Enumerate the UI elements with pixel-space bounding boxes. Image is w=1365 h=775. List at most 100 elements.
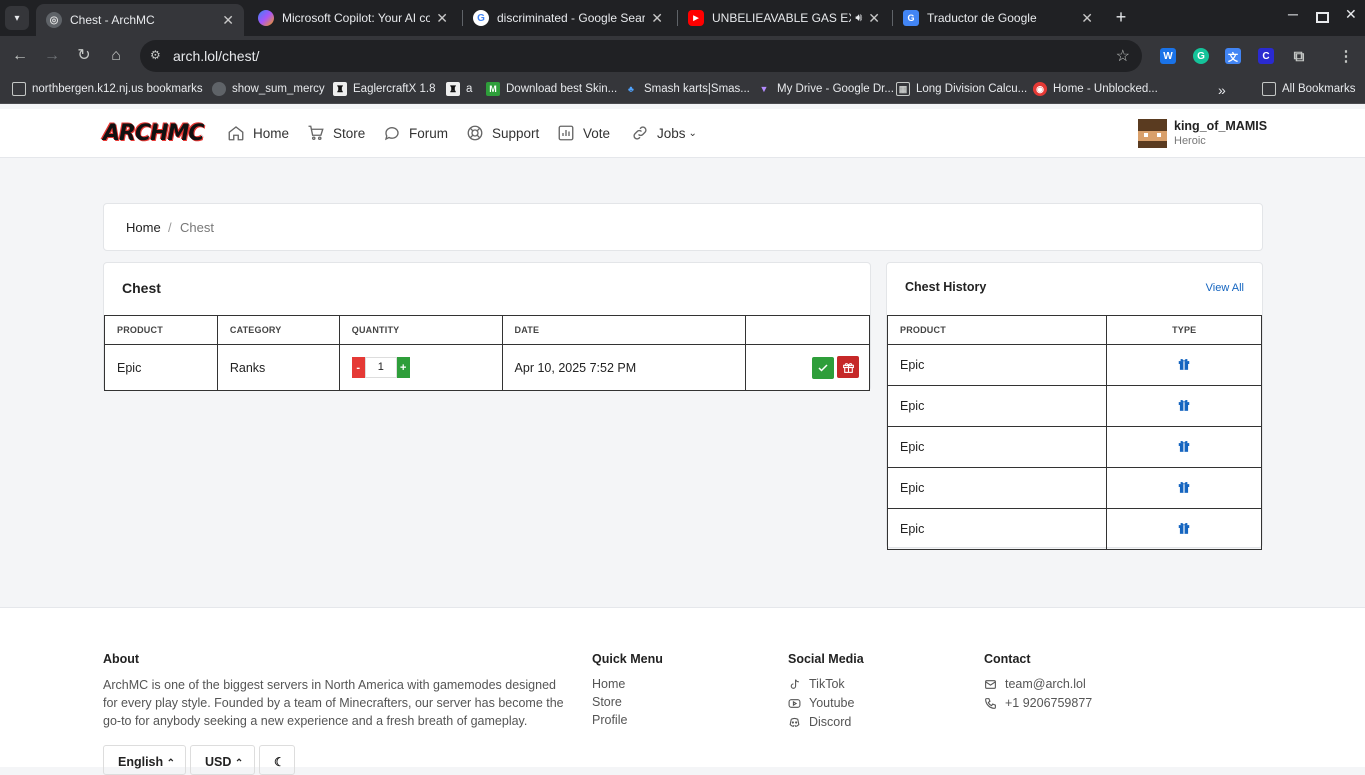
email-text: team@arch.lol	[1005, 677, 1086, 691]
table-row: Epic	[886, 385, 1262, 427]
gift-button[interactable]	[837, 356, 859, 379]
chest-history-table: PRODUCT TYPE Epic Epic Epic Epic Epic	[886, 315, 1262, 550]
more-bookmarks-chevron-icon[interactable]: »	[1218, 82, 1226, 98]
minimize-icon[interactable]: ─	[1288, 6, 1298, 22]
bookmark-label: northbergen.k12.nj.us bookmarks	[32, 83, 203, 95]
nav-jobs[interactable]: Jobs ⌄	[631, 124, 697, 142]
bookmark-label: show_sum_mercy	[232, 83, 325, 95]
address-bar[interactable]: ⚙ arch.lol/chest/ ☆	[140, 40, 1142, 72]
bookmark-smash-karts[interactable]: ♣ Smash karts|Smas...	[624, 82, 750, 96]
close-tab-icon[interactable]: ✕	[222, 12, 234, 29]
footer-link-store[interactable]: Store	[592, 695, 622, 709]
tab-title: Traductor de Google	[927, 11, 1037, 25]
social-link-discord[interactable]: Discord	[788, 715, 851, 729]
bookmark-star-icon[interactable]: ☆	[1116, 46, 1130, 66]
translate-extension-icon[interactable]: 文	[1225, 48, 1241, 64]
bookmark-unblocked[interactable]: ◉ Home - Unblocked...	[1033, 82, 1158, 96]
back-arrow-icon[interactable]: ←	[9, 45, 31, 67]
archmc-logo[interactable]: ARCHMC	[103, 121, 205, 146]
history-product-cell: Epic	[886, 426, 1108, 468]
extension-reader-icon[interactable]: W	[1160, 48, 1176, 64]
history-type-cell	[1106, 508, 1262, 550]
all-bookmarks[interactable]: All Bookmarks	[1262, 82, 1356, 96]
bookmark-folder-northbergen[interactable]: northbergen.k12.nj.us bookmarks	[12, 82, 203, 96]
footer-link-home[interactable]: Home	[592, 677, 625, 691]
bookmark-long-division[interactable]: ▦ Long Division Calcu...	[896, 82, 1027, 96]
home-icon[interactable]: ⌂	[105, 45, 127, 67]
contact-phone[interactable]: +1 9206759877	[984, 696, 1092, 710]
forward-arrow-icon[interactable]: →	[41, 45, 63, 67]
restore-window-icon[interactable]	[1316, 12, 1329, 23]
site-info-icon[interactable]: ⚙	[150, 48, 161, 62]
dark-mode-toggle[interactable]: ☾	[259, 745, 295, 775]
bookmark-a[interactable]: ♜ a	[446, 82, 472, 96]
close-window-icon[interactable]: ✕	[1345, 6, 1357, 23]
close-tab-icon[interactable]: ✕	[868, 10, 880, 27]
quantity-input[interactable]: 1	[364, 357, 397, 378]
youtube-icon: ▶	[688, 10, 704, 26]
gift-icon	[1178, 440, 1190, 452]
extensions-puzzle-icon[interactable]: ⧉	[1291, 48, 1307, 65]
smash-karts-icon: ♣	[628, 84, 634, 94]
footer-link-profile[interactable]: Profile	[592, 713, 627, 727]
nav-forum[interactable]: Forum	[383, 124, 448, 142]
close-tab-icon[interactable]: ✕	[436, 10, 448, 27]
tab-search-button[interactable]: ▾	[5, 6, 29, 30]
tab-google-search[interactable]: G discriminated - Google Search ✕	[463, 4, 673, 32]
nav-support[interactable]: Support	[466, 124, 539, 142]
bookmark-label: EaglercraftX 1.8	[353, 83, 436, 95]
bookmark-google-drive[interactable]: ▼ My Drive - Google Dr...	[757, 82, 894, 96]
chevron-up-icon: ⌃	[234, 758, 244, 769]
tab-title: UNBELIEAVABLE GAS EXP	[712, 11, 852, 25]
history-type-cell	[1106, 426, 1262, 468]
new-tab-plus-icon[interactable]: +	[1110, 6, 1132, 28]
extension-c-icon[interactable]: C	[1258, 48, 1274, 64]
tab-translate[interactable]: G Traductor de Google ✕	[893, 4, 1103, 32]
history-product-cell: Epic	[886, 385, 1108, 427]
reload-icon[interactable]: ↻	[73, 45, 95, 67]
nav-home[interactable]: Home	[227, 124, 289, 142]
drive-icon: ▼	[759, 84, 769, 94]
tab-title: discriminated - Google Search	[497, 11, 646, 25]
decrease-quantity-button[interactable]: -	[351, 357, 365, 378]
close-tab-icon[interactable]: ✕	[651, 10, 663, 27]
copilot-icon	[258, 10, 274, 26]
grammarly-icon[interactable]: G	[1193, 48, 1209, 64]
claim-button[interactable]	[812, 356, 834, 379]
bookmark-label: Download best Skin...	[506, 83, 618, 95]
nav-store[interactable]: Store	[307, 124, 365, 142]
url-text[interactable]: arch.lol/chest/	[173, 48, 259, 64]
bookmark-show-sum-mercy[interactable]: show_sum_mercy	[212, 82, 325, 96]
breadcrumb-separator: /	[168, 220, 172, 235]
nav-label: Jobs	[657, 125, 686, 141]
bar-chart-icon	[558, 125, 574, 141]
username: king_of_MAMIS	[1174, 119, 1268, 133]
nav-vote[interactable]: Vote	[557, 124, 610, 142]
column-header: PRODUCT	[886, 315, 1108, 345]
history-type-cell	[1106, 344, 1262, 386]
gift-icon	[1178, 522, 1190, 534]
menu-kebab-icon[interactable]: ⋮	[1338, 48, 1354, 65]
social-link-tiktok[interactable]: TikTok	[788, 677, 845, 691]
tab-copilot[interactable]: Microsoft Copilot: Your AI comp ✕	[248, 4, 458, 32]
about-text: ArchMC is one of the biggest servers in …	[103, 678, 564, 728]
bookmark-eaglercraft[interactable]: ♜ EaglercraftX 1.8	[333, 82, 435, 96]
close-tab-icon[interactable]: ✕	[1081, 10, 1093, 27]
bookmark-download-skin[interactable]: M Download best Skin...	[486, 82, 617, 96]
social-link-youtube[interactable]: Youtube	[788, 696, 854, 710]
tab-youtube[interactable]: ▶ UNBELIEAVABLE GAS EXP 🔊︎ ✕	[678, 4, 890, 32]
history-product-cell: Epic	[886, 508, 1108, 550]
link-icon	[633, 126, 647, 140]
avatar	[1138, 119, 1167, 148]
page-content: ARCHMC Home Store Forum Support Vote Job…	[0, 109, 1365, 775]
currency-selector[interactable]: USD ⌃	[190, 745, 255, 775]
tab-archmc[interactable]: ◎ Chest - ArchMC ✕	[36, 4, 244, 36]
contact-email[interactable]: team@arch.lol	[984, 677, 1086, 691]
language-selector[interactable]: English ⌃	[103, 745, 186, 775]
increase-quantity-button[interactable]: +	[396, 357, 410, 378]
speaker-icon[interactable]: 🔊︎	[855, 12, 862, 25]
breadcrumb-home-link[interactable]: Home	[126, 220, 161, 235]
gift-icon	[1178, 399, 1190, 411]
all-bookmarks-label: All Bookmarks	[1282, 83, 1356, 95]
view-all-link[interactable]: View All	[1206, 282, 1244, 294]
